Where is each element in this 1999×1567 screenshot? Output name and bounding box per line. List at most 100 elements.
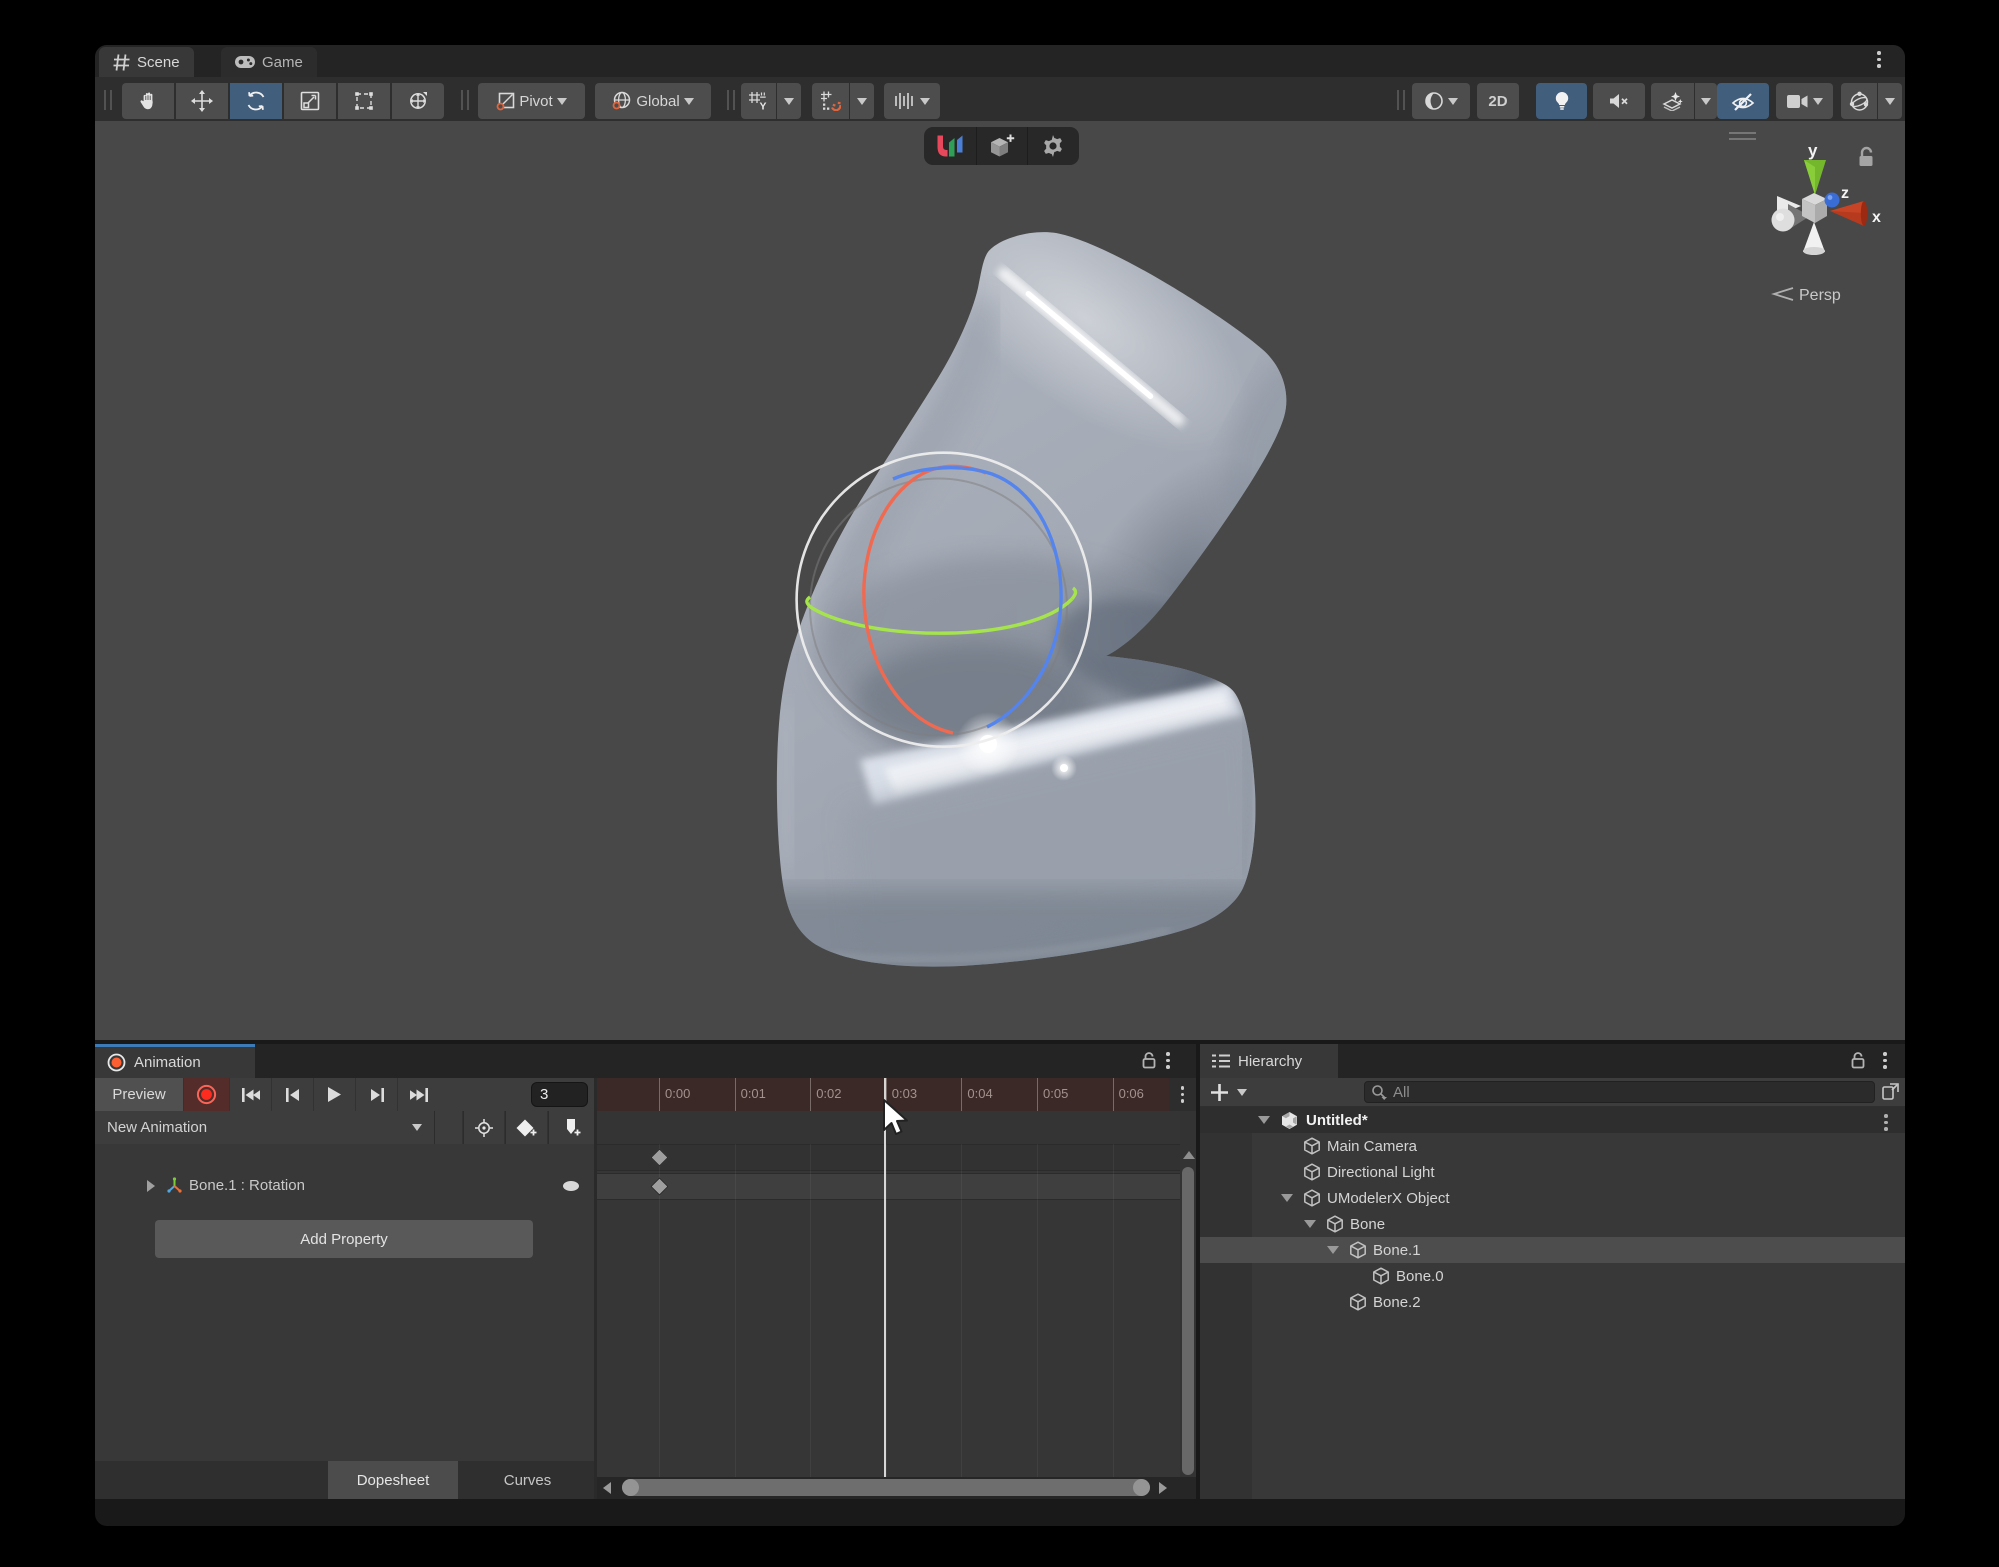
snap-increment-dropdown[interactable] [850, 83, 874, 119]
gizmos-dropdown[interactable] [1878, 83, 1902, 119]
rotate-tool-button[interactable] [230, 83, 282, 119]
unlock-icon[interactable] [1850, 1051, 1866, 1070]
animation-property-row[interactable]: Bone.1 : Rotation [147, 1177, 305, 1194]
tab-hierarchy[interactable]: Hierarchy [1200, 1044, 1338, 1078]
goto-begin-button[interactable] [230, 1078, 272, 1111]
item-label: Main Camera [1327, 1138, 1417, 1155]
gizmos-button[interactable] [1841, 83, 1877, 119]
hierarchy-item-bone[interactable]: Bone [1200, 1211, 1905, 1237]
hscrollbar-thumb[interactable] [622, 1479, 1150, 1496]
add-property-button[interactable]: Add Property [155, 1220, 533, 1258]
add-keyframe-button[interactable] [505, 1111, 548, 1144]
filter-by-selection-button[interactable] [463, 1111, 505, 1144]
2d-toggle-button[interactable]: 2D [1477, 83, 1519, 119]
tab-curves[interactable]: Curves [461, 1461, 594, 1499]
mouse-cursor [879, 1098, 913, 1140]
pick-window-icon[interactable] [1881, 1082, 1901, 1102]
ruler-tick [735, 1078, 736, 1111]
scroll-left-icon[interactable] [603, 1482, 611, 1494]
clip-popup[interactable]: New Animation [95, 1111, 434, 1144]
tab-animation[interactable]: Animation [95, 1044, 255, 1078]
scene-viewport[interactable]: y [95, 121, 1905, 1040]
dopesheet-area[interactable] [597, 1111, 1196, 1499]
keyframe-indicator-dot[interactable] [563, 1181, 579, 1191]
scene-visibility-toggle-button[interactable] [1717, 83, 1769, 119]
camera-settings-button[interactable] [1776, 83, 1833, 119]
audio-toggle-button[interactable] [1593, 83, 1645, 119]
hand-tool-button[interactable] [122, 83, 174, 119]
toolbar-grip-icon[interactable] [104, 90, 112, 110]
foldout-down-icon[interactable] [1304, 1220, 1316, 1228]
toolbar-grip-icon[interactable] [461, 90, 469, 110]
hierarchy-item-bone0[interactable]: Bone.0 [1200, 1263, 1905, 1289]
shading-mode-button[interactable] [1412, 83, 1470, 119]
preview-label: Preview [112, 1086, 165, 1103]
scale-tool-button[interactable] [284, 83, 336, 119]
play-button[interactable] [314, 1078, 356, 1111]
hscrollbar-min-handle[interactable] [622, 1479, 639, 1496]
hierarchy-item-directional-light[interactable]: Directional Light [1200, 1159, 1905, 1185]
foldout-down-icon[interactable] [1281, 1194, 1293, 1202]
hierarchy-item-umodelerx-object[interactable]: UModelerX Object [1200, 1185, 1905, 1211]
pivot-mode-button[interactable]: Pivot [478, 83, 585, 119]
snap-increment-button[interactable] [812, 83, 849, 119]
preview-toggle-button[interactable]: Preview [95, 1078, 184, 1111]
move-tool-button[interactable] [176, 83, 228, 119]
scene-tabbar: Scene Game [95, 45, 1905, 77]
hierarchy-item-bone1[interactable]: Bone.1 [1200, 1237, 1905, 1263]
grid-icon [113, 54, 130, 71]
handle-orientation-button[interactable]: Global [595, 83, 711, 119]
scene-header-row[interactable]: Untitled* [1200, 1107, 1905, 1133]
grid-snapping-button[interactable]: Y [741, 83, 776, 119]
scene-panel-menu-icon[interactable] [1877, 51, 1881, 68]
umodelerx-logo-button[interactable] [924, 127, 976, 165]
animation-panel-menu-icon[interactable] [1166, 1052, 1170, 1069]
grid-snapping-dropdown[interactable] [777, 83, 801, 119]
hierarchy-search-field[interactable]: All [1364, 1081, 1875, 1103]
vscrollbar-thumb[interactable] [1182, 1167, 1194, 1475]
next-key-button[interactable] [356, 1078, 398, 1111]
hscrollbar-max-handle[interactable] [1133, 1479, 1150, 1496]
hierarchy-item-bone2[interactable]: Bone.2 [1200, 1289, 1905, 1315]
add-object-icon[interactable] [1210, 1083, 1229, 1102]
front-axis-disc[interactable] [1772, 209, 1795, 232]
z-axis-ball[interactable] [1825, 193, 1840, 208]
dopesheet-hscrollbar[interactable] [597, 1477, 1196, 1499]
tab-dopesheet[interactable]: Dopesheet [328, 1461, 458, 1499]
transform-tool-button[interactable] [392, 83, 444, 119]
effects-dropdown[interactable] [1695, 83, 1717, 119]
prev-key-button[interactable] [272, 1078, 314, 1111]
projection-label[interactable]: Persp [1799, 287, 1841, 304]
effects-toggle-button[interactable] [1651, 83, 1694, 119]
scroll-right-icon[interactable] [1159, 1482, 1167, 1494]
axes-gizmo[interactable]: y [1720, 126, 1895, 316]
add-object-dropdown-icon[interactable] [1237, 1089, 1247, 1096]
toolbar-grip-icon[interactable] [727, 90, 735, 110]
lighting-toggle-button[interactable] [1536, 83, 1587, 119]
foldout-down-icon[interactable] [1258, 1116, 1270, 1124]
unlock-icon[interactable] [1141, 1051, 1157, 1070]
umodelerx-settings-button[interactable] [1027, 127, 1079, 165]
frame-field[interactable]: 3 [531, 1082, 588, 1107]
record-toggle-button[interactable] [184, 1078, 230, 1111]
umodelerx-create-button[interactable] [976, 127, 1028, 165]
add-event-button[interactable] [548, 1111, 594, 1144]
dopesheet-vscrollbar[interactable] [1180, 1111, 1196, 1477]
hierarchy-item-main-camera[interactable]: Main Camera [1200, 1133, 1905, 1159]
foldout-down-icon[interactable] [1327, 1246, 1339, 1254]
goto-end-button[interactable] [398, 1078, 440, 1111]
foldout-right-icon[interactable] [147, 1180, 155, 1192]
column-splitter[interactable] [594, 1078, 597, 1499]
gameobject-cube-icon [1303, 1189, 1321, 1207]
rect-tool-button[interactable] [338, 83, 390, 119]
units-ruler-button[interactable] [884, 83, 940, 119]
tab-game[interactable]: Game [221, 47, 317, 77]
scroll-up-icon[interactable] [1183, 1151, 1195, 1159]
hierarchy-panel-menu-icon[interactable] [1883, 1052, 1887, 1069]
unlock-icon[interactable] [1860, 148, 1873, 166]
toolbar-grip-icon[interactable] [1397, 90, 1405, 110]
crosshair-icon [475, 1119, 493, 1137]
scene-row-menu-icon[interactable] [1884, 1114, 1888, 1131]
dopesheet-options-button[interactable] [1169, 1078, 1196, 1111]
tab-scene[interactable]: Scene [99, 47, 194, 77]
